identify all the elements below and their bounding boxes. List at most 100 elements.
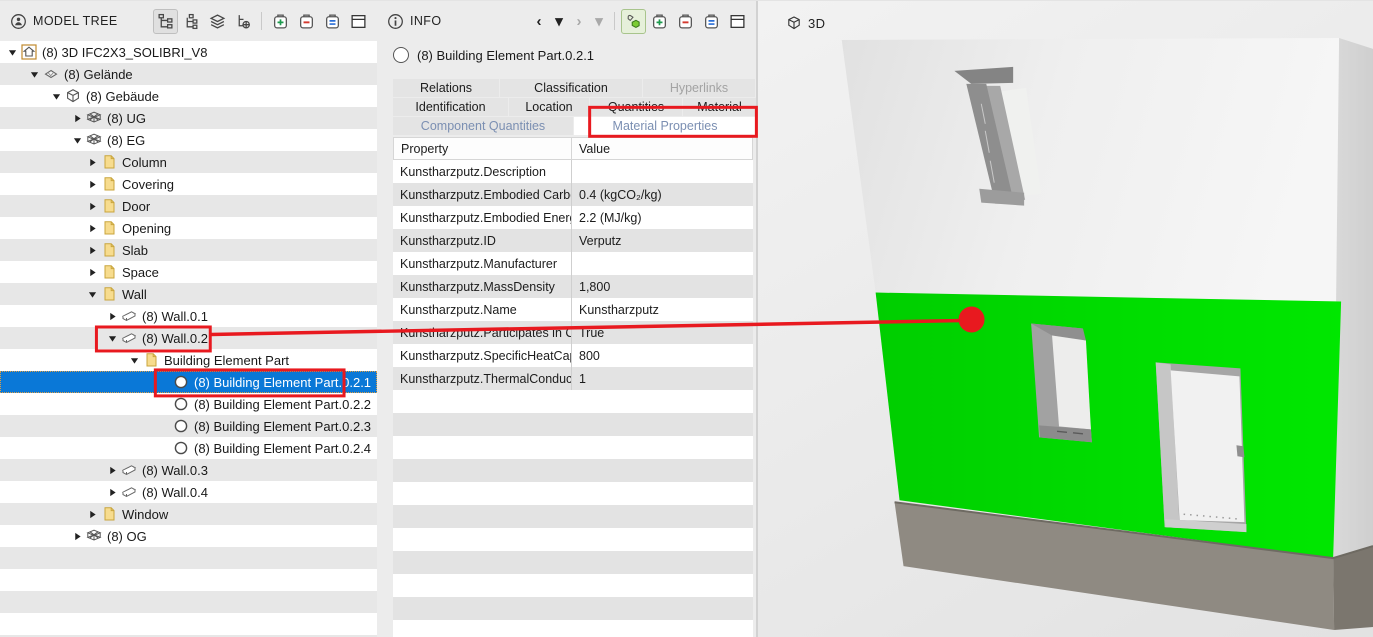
property-row[interactable]: Kunstharzputz.Manufacturer xyxy=(393,252,753,275)
tree-row-label: (8) EG xyxy=(107,133,145,148)
expand-arrow-icon[interactable] xyxy=(71,532,84,541)
expand-arrow-icon[interactable] xyxy=(106,466,119,475)
tree-row-covering[interactable]: Covering xyxy=(0,173,377,195)
tree-row-space[interactable]: Space xyxy=(0,261,377,283)
info-title: INFO xyxy=(410,14,441,28)
tab-component-quantities[interactable]: Component Quantities xyxy=(393,117,573,135)
colorize-icon[interactable] xyxy=(621,9,646,34)
tree-row--8-wall-0-3[interactable]: (8) Wall.0.3 xyxy=(0,459,377,481)
tree-row-building-element-part[interactable]: Building Element Part xyxy=(0,349,377,371)
zoom-add-icon[interactable] xyxy=(647,9,672,34)
tree-row-window[interactable]: Window xyxy=(0,503,377,525)
tree-locate-icon[interactable] xyxy=(231,9,256,34)
expand-arrow-icon[interactable] xyxy=(86,158,99,167)
window-layout-icon[interactable] xyxy=(725,9,750,34)
expand-arrow-icon[interactable] xyxy=(71,114,84,123)
property-row[interactable]: Kunstharzputz.MassDensity1,800 xyxy=(393,275,753,298)
collapse-arrow-icon[interactable] xyxy=(128,356,141,365)
zoom-remove-icon[interactable] xyxy=(294,9,319,34)
part-icon xyxy=(173,440,189,456)
tree-structure-icon[interactable] xyxy=(153,9,178,34)
expand-arrow-icon[interactable] xyxy=(86,246,99,255)
tree-row--8-building-element-part-0-2-3[interactable]: (8) Building Element Part.0.2.3 xyxy=(0,415,377,437)
column-header-value[interactable]: Value xyxy=(572,142,752,156)
tab-location[interactable]: Location xyxy=(509,98,589,116)
tab-identification[interactable]: Identification xyxy=(393,98,508,116)
expand-arrow-icon[interactable] xyxy=(86,224,99,233)
tree-row-wall[interactable]: Wall xyxy=(0,283,377,305)
tree-row-label: Space xyxy=(122,265,159,280)
property-row[interactable]: Kunstharzputz.SpecificHeatCap...800 xyxy=(393,344,753,367)
tree-row-label: Door xyxy=(122,199,150,214)
storey-icon xyxy=(86,528,102,544)
property-row[interactable]: Kunstharzputz.IDVerputz xyxy=(393,229,753,252)
collapse-arrow-icon[interactable] xyxy=(6,48,19,57)
tab-material[interactable]: Material xyxy=(683,98,756,116)
zoom-add-icon[interactable] xyxy=(268,9,293,34)
property-cell: Kunstharzputz.ThermalConduct... xyxy=(393,372,571,386)
tab-material-properties[interactable]: Material Properties xyxy=(574,117,756,135)
expand-arrow-icon[interactable] xyxy=(86,180,99,189)
door[interactable] xyxy=(1156,362,1247,532)
property-cell: Kunstharzputz.ID xyxy=(393,234,571,248)
expand-arrow-icon[interactable] xyxy=(86,268,99,277)
property-row[interactable]: Kunstharzputz.Description xyxy=(393,160,753,183)
collapse-arrow-icon[interactable] xyxy=(86,290,99,299)
history-back-dropdown-icon[interactable]: ▾ xyxy=(549,12,569,30)
tree-row-opening[interactable]: Opening xyxy=(0,217,377,239)
tab-hyperlinks[interactable]: Hyperlinks xyxy=(643,79,755,97)
tree-row-door[interactable]: Door xyxy=(0,195,377,217)
zoom-remove-icon[interactable] xyxy=(673,9,698,34)
expand-arrow-icon[interactable] xyxy=(86,202,99,211)
tree-list-icon[interactable] xyxy=(179,9,204,34)
tree-row-label: Covering xyxy=(122,177,174,192)
tree-row--8-wall-0-2[interactable]: (8) Wall.0.2 xyxy=(0,327,377,349)
tree-row--8-og[interactable]: (8) OG xyxy=(0,525,377,547)
tree-row-label: (8) Wall.0.1 xyxy=(142,309,208,324)
column-header-property[interactable]: Property xyxy=(394,138,572,159)
value-cell xyxy=(571,459,753,482)
expand-arrow-icon[interactable] xyxy=(106,488,119,497)
zoom-only-icon[interactable] xyxy=(699,9,724,34)
tree-row--8-geb-ude[interactable]: (8) Gebäude xyxy=(0,85,377,107)
expand-arrow-icon[interactable] xyxy=(106,312,119,321)
property-row-empty xyxy=(393,505,753,528)
tree-row--8-building-element-part-0-2-4[interactable]: (8) Building Element Part.0.2.4 xyxy=(0,437,377,459)
tree-row--8-wall-0-1[interactable]: (8) Wall.0.1 xyxy=(0,305,377,327)
tree-row-column[interactable]: Column xyxy=(0,151,377,173)
tree-row--8-building-element-part-0-2-2[interactable]: (8) Building Element Part.0.2.2 xyxy=(0,393,377,415)
expand-arrow-icon[interactable] xyxy=(86,510,99,519)
folder-icon xyxy=(101,242,117,258)
info-selection-label: (8) Building Element Part.0.2.1 xyxy=(417,48,594,63)
history-back-icon[interactable]: ‹ xyxy=(529,13,549,30)
tree-row--8-wall-0-4[interactable]: (8) Wall.0.4 xyxy=(0,481,377,503)
collapse-arrow-icon[interactable] xyxy=(71,136,84,145)
history-forward-dropdown-icon[interactable]: ▾ xyxy=(589,12,609,30)
3d-view-panel[interactable]: 3D xyxy=(756,1,1373,637)
collapse-arrow-icon[interactable] xyxy=(50,92,63,101)
tree-row--8-gel-nde[interactable]: (8) Gelände xyxy=(0,63,377,85)
tree-row--8-3d-ifc2x3-solibri-v8[interactable]: (8) 3D IFC2X3_SOLIBRI_V8 xyxy=(0,41,377,63)
window-middle[interactable] xyxy=(1031,323,1092,442)
property-row[interactable]: Kunstharzputz.ThermalConduct...1 xyxy=(393,367,753,390)
property-row[interactable]: Kunstharzputz.Embodied Carbon0.4 (kgCO₂/… xyxy=(393,183,753,206)
property-row[interactable]: Kunstharzputz.NameKunstharzputz xyxy=(393,298,753,321)
zoom-only-icon[interactable] xyxy=(320,9,345,34)
property-cell: Kunstharzputz.Embodied Carbon xyxy=(393,188,571,202)
tree-row--8-ug[interactable]: (8) UG xyxy=(0,107,377,129)
layers-icon[interactable] xyxy=(205,9,230,34)
tab-quantities[interactable]: Quantities xyxy=(590,98,682,116)
property-row[interactable]: Kunstharzputz.Embodied Energy2.2 (MJ/kg) xyxy=(393,206,753,229)
tree-row--8-eg[interactable]: (8) EG xyxy=(0,129,377,151)
value-cell xyxy=(571,505,753,528)
window-layout-icon[interactable] xyxy=(346,9,371,34)
property-row[interactable]: Kunstharzputz.Participates in C...True xyxy=(393,321,753,344)
history-forward-icon[interactable]: › xyxy=(569,13,589,30)
collapse-arrow-icon[interactable] xyxy=(106,334,119,343)
3d-scene[interactable] xyxy=(758,1,1373,637)
tree-row-slab[interactable]: Slab xyxy=(0,239,377,261)
collapse-arrow-icon[interactable] xyxy=(28,70,41,79)
tab-relations[interactable]: Relations xyxy=(393,79,499,97)
tree-row--8-building-element-part-0-2-1[interactable]: (8) Building Element Part.0.2.1 xyxy=(0,371,377,393)
tab-classification[interactable]: Classification xyxy=(500,79,642,97)
